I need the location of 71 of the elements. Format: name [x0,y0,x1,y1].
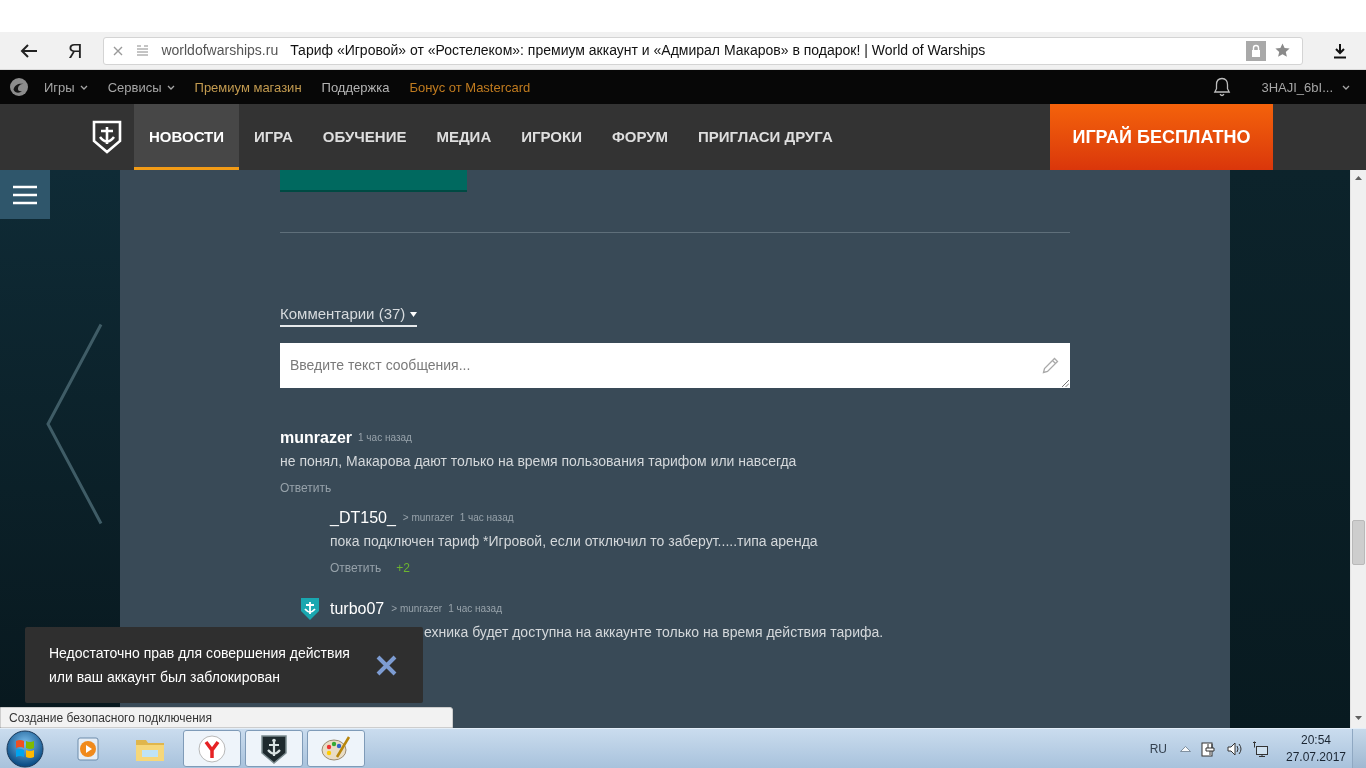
play-button[interactable]: ИГРАЙ БЕСПЛАТНО [1050,104,1273,170]
caret-down-icon [410,311,418,317]
chevron-down-icon [79,84,88,90]
comment-time: 1 час назад [459,513,514,523]
nav-link[interactable]: Поддержка [321,80,390,94]
comment-author[interactable]: _DT150_ [330,510,396,526]
scrollbar-thumb[interactable] [1352,520,1365,565]
taskbar-button[interactable] [245,730,303,767]
browser-logo-icon[interactable] [198,734,226,763]
reply-link[interactable]: Ответить [330,562,382,574]
palette-icon[interactable] [321,734,351,763]
comment-text: ехника будет доступна на аккаунте только на время действия тарифа. [424,623,885,642]
star-icon[interactable] [1275,43,1291,58]
comment-author[interactable]: turbo07 [330,601,385,617]
shield-logo-icon[interactable] [92,120,122,154]
shield-anchor-icon[interactable] [260,733,288,764]
message-input[interactable]: Введите текст сообщения... [280,343,1070,388]
menu-icon[interactable] [13,184,37,205]
media-player-icon[interactable] [75,735,101,762]
close-icon[interactable] [376,654,397,676]
scrollbar[interactable] [1350,170,1366,728]
nav-link[interactable]: Сервисы [107,80,175,94]
power-plug-icon[interactable] [1201,740,1216,757]
clock-date[interactable]: 27.07.2017 [1285,748,1347,766]
back-icon[interactable] [20,43,38,58]
nav-tab[interactable]: ИГРОКИ [506,104,597,170]
toast-message: Недостаточно прав для совершения действия или ваш аккаунт был заблокирован [49,644,351,687]
resize-grip-icon[interactable] [1062,380,1069,387]
chevron-down-icon [166,84,175,90]
language-indicator[interactable]: RU [1149,742,1167,755]
start-icon[interactable] [5,729,45,768]
pencil-icon[interactable] [1041,356,1060,375]
comment-time: 1 час назад [358,433,412,443]
nav-tab[interactable]: ФОРУМ [596,104,684,170]
chevron-left-icon[interactable] [45,323,103,525]
clock-time[interactable]: 20:54 [1301,731,1331,749]
arrow-down-icon[interactable] [1355,716,1362,720]
nav-tab[interactable]: НОВОСТИ [134,104,240,170]
address-domain: worldofwarships.ru [161,41,279,60]
comment-time: 1 час назад [448,604,502,614]
comments-tab[interactable]: Комментарии (37) [280,303,418,327]
lock-icon[interactable] [1246,40,1267,61]
arrow-up-icon[interactable] [1355,176,1362,180]
nav-link[interactable]: Бонус от Mastercard [409,80,531,94]
menu-button[interactable] [0,170,50,219]
reply-to-link[interactable]: > munrazer [391,604,443,614]
logo-icon[interactable] [10,78,28,96]
nav-link[interactable]: Премиум магазин [194,80,302,94]
chevron-down-icon [1342,84,1350,90]
reply-to-link[interactable]: > munrazer [402,513,454,523]
network-icon[interactable] [1252,740,1268,757]
triangle-up-icon[interactable] [1180,745,1191,752]
clear-icon[interactable] [113,45,124,56]
nav-tab[interactable]: ОБУЧЕНИЕ [307,104,422,170]
browser-button[interactable]: Я [68,40,83,61]
comment-rating: +2 [396,562,410,574]
comment-author[interactable]: munrazer [280,430,353,446]
comment-text: пока подключен тариф *Игровой, если отключил то заберут.....типа аренда [330,532,819,551]
user-menu[interactable]: 3HAJI_6bI... [1261,80,1350,94]
reply-link[interactable]: Ответить [280,482,332,494]
page-title: Тариф «Игровой» от «Ростелеком»: премиум аккаунт и «Адмирал Макаров» в подарок! | World of Warships [290,41,986,60]
nav-link[interactable]: Игры [44,80,88,94]
address-bar[interactable]: worldofwarships.ru Тариф «Игровой» от «Ростелеком»: премиум аккаунт и «Адмирал Макаров» в подарок! | World of Warships [103,36,1304,65]
download-icon[interactable] [1333,42,1347,59]
nav-tab[interactable]: ИГРА [239,104,308,170]
nav-tab[interactable]: МЕДИА [421,104,507,170]
comment-text: не понял, Макарова дают только на время пользования тарифом или навсегда [280,452,798,471]
speaker-icon[interactable] [1227,741,1242,756]
status-bubble: Создание безопасного подключения [0,707,453,728]
bell-icon[interactable] [1213,77,1232,97]
nav-tab[interactable]: ПРИГЛАСИ ДРУГА [683,104,848,170]
